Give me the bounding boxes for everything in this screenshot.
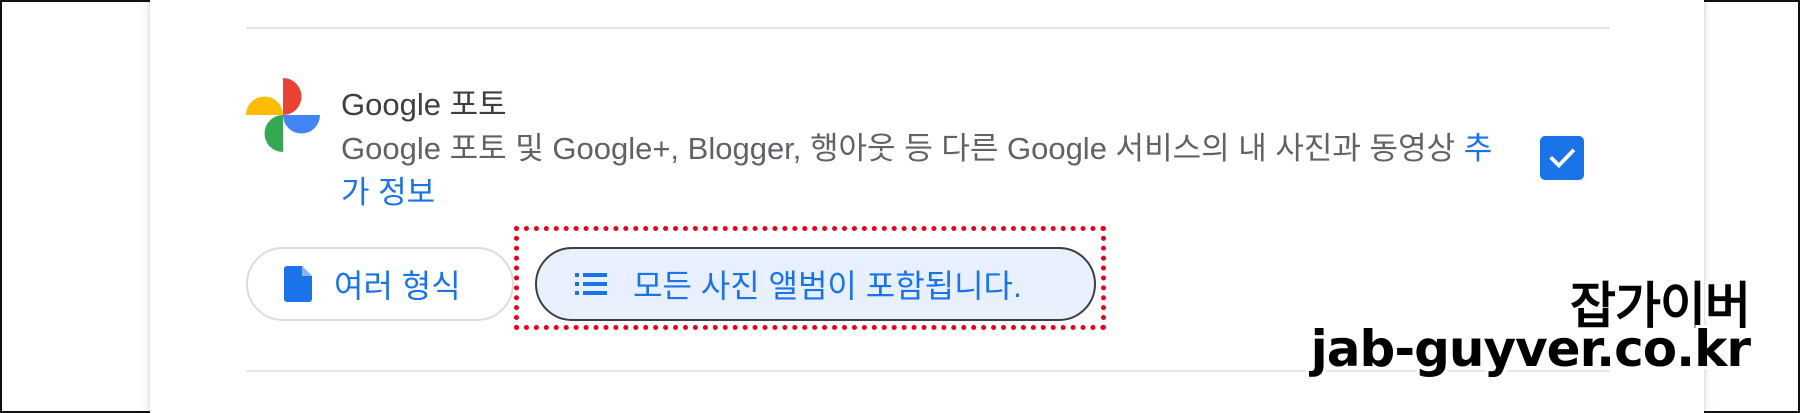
multiple-formats-label: 여러 형식 <box>334 268 461 304</box>
product-description: Google 포토 및 Google+, Blogger, 행아웃 등 다른 G… <box>341 127 1511 215</box>
check-icon <box>1549 148 1576 169</box>
all-albums-button[interactable]: 모든 사진 앨범이 포함됩니다. <box>535 247 1096 321</box>
document-icon <box>284 266 312 302</box>
list-icon <box>575 273 607 295</box>
product-title: Google 포토 <box>341 87 507 122</box>
product-description-text: Google 포토 및 Google+, Blogger, 행아웃 등 다른 G… <box>341 131 1456 166</box>
top-divider <box>246 27 1610 29</box>
all-albums-label: 모든 사진 앨범이 포함됩니다. <box>633 268 1022 304</box>
watermark-domain: jab-guyver.co.kr <box>1310 320 1751 378</box>
include-product-checkbox[interactable] <box>1540 136 1584 180</box>
google-photos-logo-icon <box>246 78 320 152</box>
multiple-formats-button[interactable]: 여러 형식 <box>246 247 514 321</box>
